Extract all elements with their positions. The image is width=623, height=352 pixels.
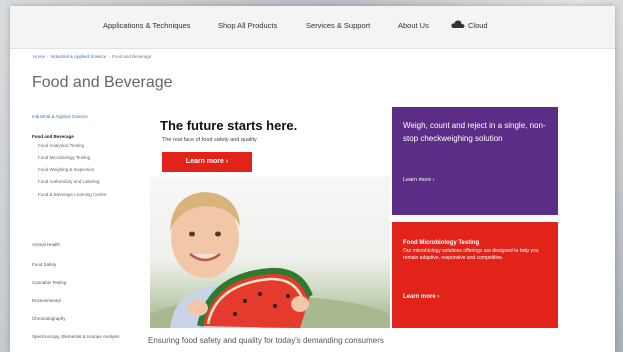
nav-services-support[interactable]: Services & Support: [306, 21, 370, 30]
nav-applications[interactable]: Applications & Techniques: [103, 21, 190, 30]
sidebar-subitem[interactable]: Food Weighing & Inspection: [38, 167, 94, 173]
promo-text: Weigh, count and reject in a single, non…: [403, 121, 546, 143]
sidebar-item-parent[interactable]: Industrial & Applied Science: [32, 114, 88, 120]
sidebar-item[interactable]: Spectroscopy, Elemental & Isotope Analys…: [32, 334, 142, 340]
promo-learn-more-link[interactable]: Learn more ›: [403, 294, 439, 300]
breadcrumb: Home › Industrial & Applied Science › Food a…: [33, 54, 151, 59]
sidebar-item-current[interactable]: Food and Beverage: [32, 134, 74, 140]
promo-text: Our microbiology solutions offerings are…: [403, 248, 539, 261]
section-intro-text: Ensuring food safety and quality for tod…: [148, 336, 384, 345]
breadcrumb-current: Food and Beverage: [111, 54, 152, 59]
breadcrumb-industrial[interactable]: Industrial & Applied Science: [51, 54, 107, 59]
sidebar-item[interactable]: Environmental: [32, 298, 61, 304]
top-navigation: Applications & Techniques Shop All Produ…: [10, 6, 615, 49]
hero-learn-more-button[interactable]: Learn more ›: [162, 152, 252, 172]
cloud-icon[interactable]: [451, 19, 465, 29]
promo-checkweighing[interactable]: Weigh, count and reject in a single, non…: [392, 107, 558, 215]
hero-headline: The future starts here.: [160, 118, 298, 133]
sidebar-subitem[interactable]: Food Analytical Testing: [38, 143, 84, 149]
hero-image: [150, 176, 390, 328]
sidebar-item[interactable]: Chromatography: [32, 316, 66, 322]
nav-shop-products[interactable]: Shop All Products: [218, 21, 277, 30]
breadcrumb-separator: ›: [108, 54, 110, 59]
promo-title: Food Microbiology Testing: [403, 240, 480, 246]
page-title: Food and Beverage: [32, 74, 173, 91]
breadcrumb-separator: ›: [47, 54, 49, 59]
hero-subtext: The real face of food safety and quality: [162, 137, 257, 143]
promo-learn-more-link[interactable]: Learn more ›: [403, 177, 435, 183]
child-watermelon-illustration: [150, 192, 390, 328]
sidebar-subitem[interactable]: Food Microbiology Testing: [38, 155, 90, 161]
sidebar-item[interactable]: Animal Health: [32, 242, 60, 248]
promo-microbiology[interactable]: Food Microbiology Testing Our microbiolo…: [392, 222, 558, 328]
sidebar-subitem[interactable]: Food Authenticity and Labeling: [38, 179, 100, 185]
sidebar-item[interactable]: Food Safety: [32, 262, 56, 268]
browser-page: Applications & Techniques Shop All Produ…: [10, 6, 615, 352]
nav-cloud[interactable]: Cloud: [468, 21, 488, 30]
breadcrumb-home[interactable]: Home: [33, 54, 45, 59]
sidebar-item[interactable]: Cannabis Testing: [32, 280, 66, 286]
nav-about-us[interactable]: About Us: [398, 21, 429, 30]
sidebar-subitem[interactable]: Food & Beverage Learning Centre: [38, 192, 107, 198]
